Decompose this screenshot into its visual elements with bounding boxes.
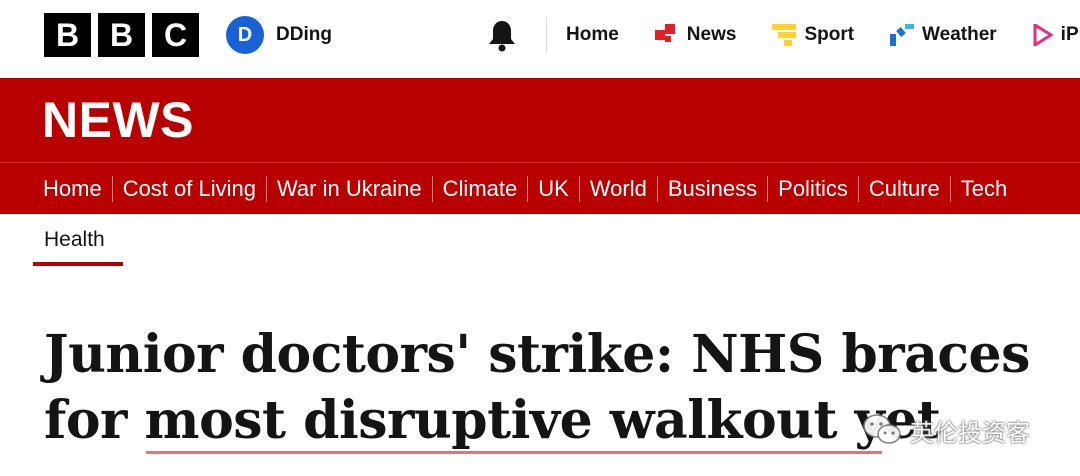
section-nav-item[interactable]: War in Ukraine xyxy=(267,176,432,202)
bbc-logo-block: C xyxy=(152,13,199,57)
avatar: D xyxy=(226,16,264,54)
bbc-logo-block: B xyxy=(98,13,145,57)
global-nav-news-label: News xyxy=(686,24,737,45)
news-masthead[interactable]: NEWS xyxy=(42,92,194,148)
watermark-text: 英伦投资客 xyxy=(910,419,1030,447)
section-nav-item[interactable]: Culture xyxy=(859,176,950,202)
headline-underline xyxy=(146,451,882,454)
news-section-nav: Home Cost of Living War in Ukraine Clima… xyxy=(0,162,1080,214)
section-nav-item[interactable]: Business xyxy=(658,176,767,202)
section-nav-item[interactable]: Cost of Living xyxy=(113,176,266,202)
active-tab-indicator xyxy=(33,262,123,266)
headline-line-1: Junior doctors' strike: NHS braces xyxy=(44,324,1030,385)
news-icon xyxy=(654,24,675,42)
global-nav-sport[interactable]: Sport xyxy=(772,24,854,46)
global-nav-home[interactable]: Home xyxy=(566,24,619,46)
bbc-logo[interactable]: B B C xyxy=(44,13,199,57)
header-divider xyxy=(546,17,547,53)
global-nav: Home News Sport Weather iP xyxy=(566,17,1080,53)
sport-icon xyxy=(772,24,797,46)
global-header: B B C D DDing Home News Sport Weather iP xyxy=(0,0,1080,78)
section-nav-item[interactable]: World xyxy=(580,176,657,202)
section-nav-item[interactable]: Tech xyxy=(951,176,1017,202)
section-nav-item[interactable]: Climate xyxy=(433,176,528,202)
news-banner: NEWS xyxy=(0,78,1080,162)
iplayer-icon xyxy=(1033,24,1053,46)
global-nav-iplayer-label: iPl xyxy=(1060,24,1080,45)
section-nav-item[interactable]: Politics xyxy=(768,176,858,202)
section-nav-item[interactable]: UK xyxy=(528,176,579,202)
global-nav-sport-label: Sport xyxy=(804,24,855,45)
account-link[interactable]: D DDing xyxy=(226,16,332,54)
global-nav-weather-label: Weather xyxy=(922,24,997,45)
global-nav-news[interactable]: News xyxy=(654,24,737,46)
section-nav-item[interactable]: Home xyxy=(33,176,112,202)
weather-icon xyxy=(890,24,915,46)
global-nav-weather[interactable]: Weather xyxy=(890,24,997,46)
watermark: 英伦投资客 xyxy=(862,412,1030,448)
wechat-icon xyxy=(863,414,901,444)
bbc-logo-block: B xyxy=(44,13,91,57)
global-nav-iplayer[interactable]: iPl xyxy=(1033,24,1080,46)
headline-line-2: for most disruptive walkout yet xyxy=(44,390,941,451)
account-name: DDing xyxy=(276,24,332,45)
tab-health[interactable]: Health xyxy=(44,228,105,252)
global-nav-home-label: Home xyxy=(566,24,619,45)
notifications-bell-icon[interactable] xyxy=(486,18,518,52)
